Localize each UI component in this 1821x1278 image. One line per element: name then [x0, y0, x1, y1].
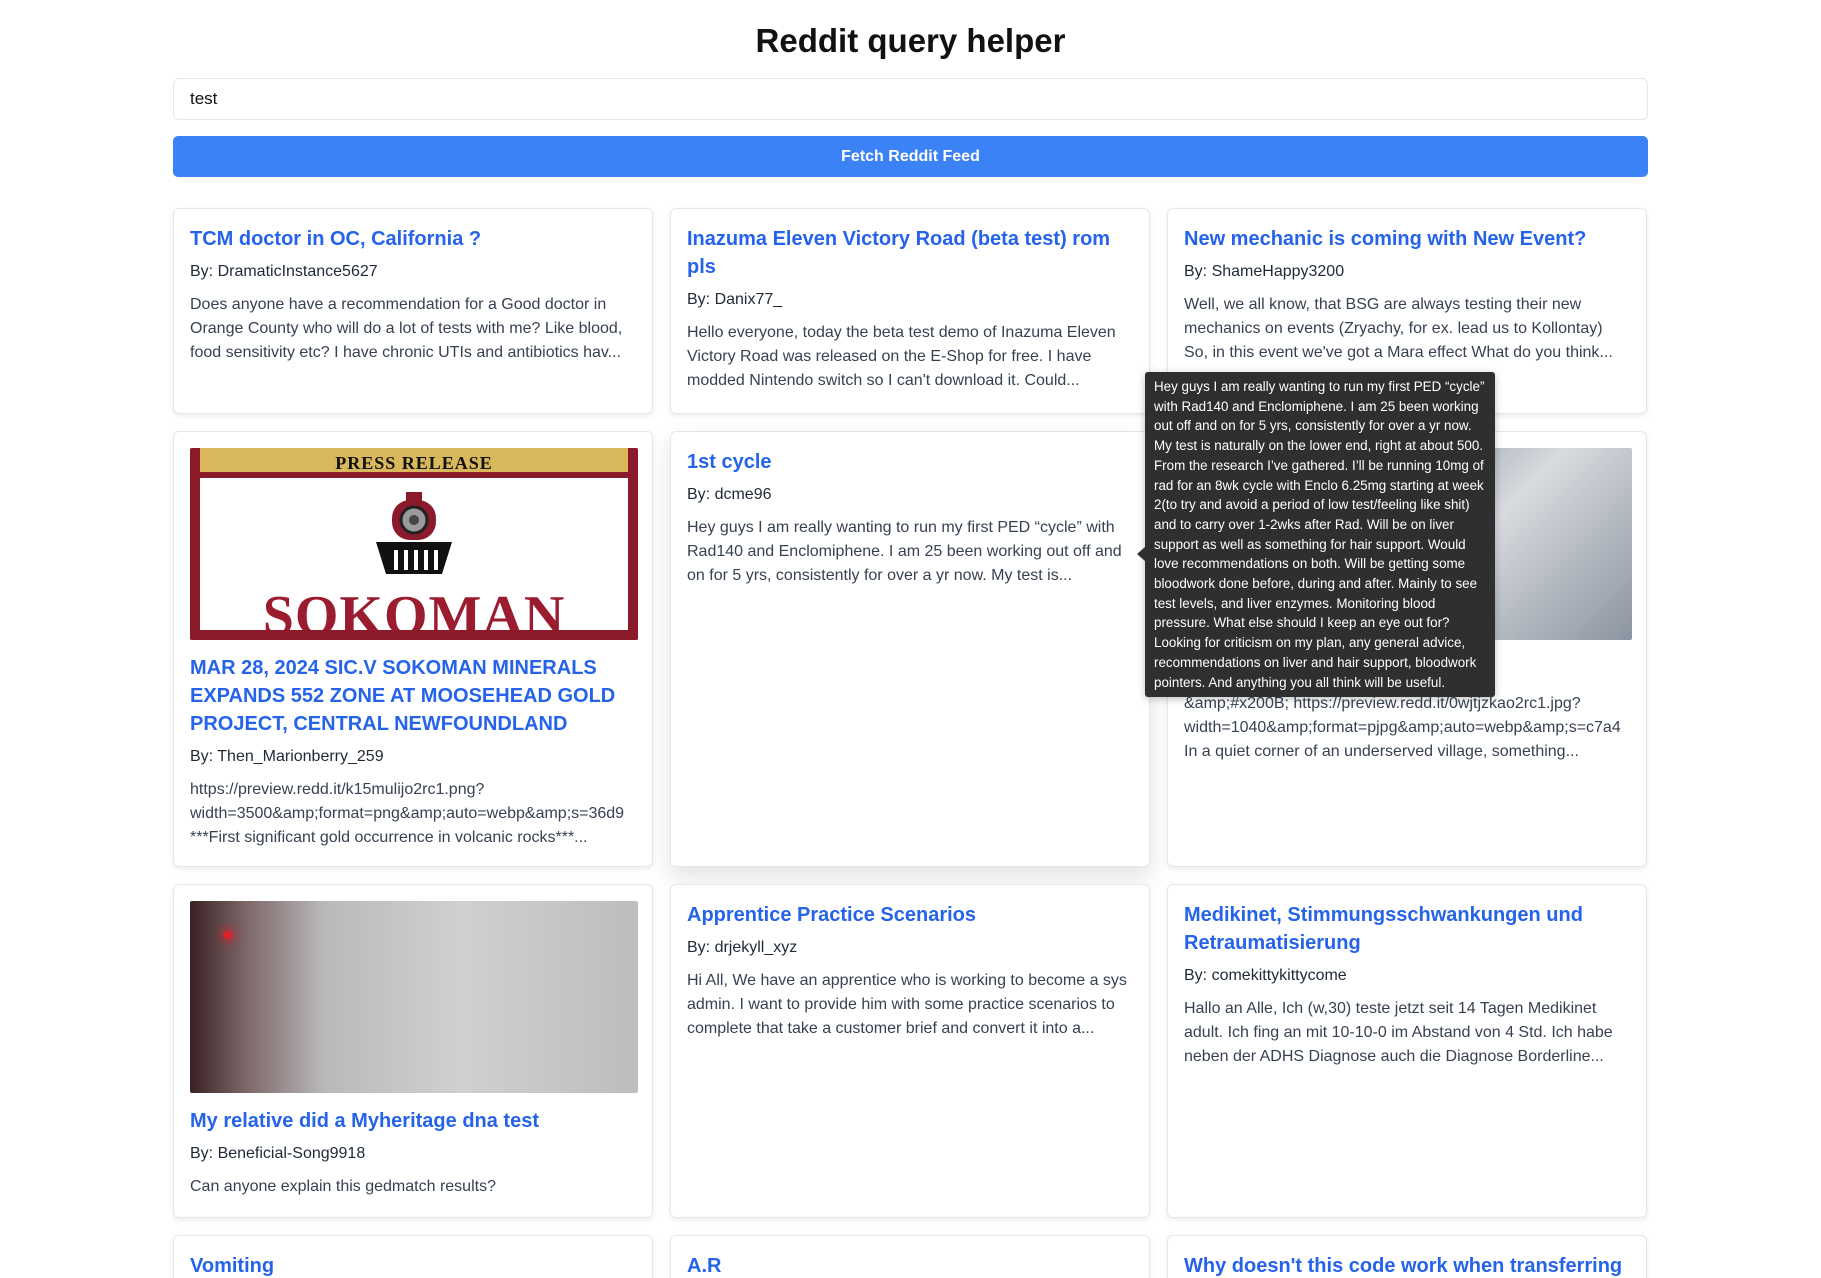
post-title-link[interactable]: MAR 28, 2024 SIC.V SOKOMAN MINERALS EXPA…	[190, 654, 636, 738]
post-title-link[interactable]: Why doesn't this code work when transfer…	[1184, 1252, 1630, 1278]
post-excerpt: Does anyone have a recommendation for a …	[190, 296, 623, 361]
post-title-link[interactable]: Inazuma Eleven Victory Road (beta test) …	[687, 225, 1133, 281]
post-excerpt: Hey guys I am really wanting to run my f…	[687, 519, 1122, 584]
post-author: By: dcme96	[687, 486, 772, 503]
post-card-hovered: 1st cycle By: dcme96 Hey guys I am reall…	[670, 431, 1150, 867]
post-excerpt: Well, we all know, that BSG are always t…	[1184, 296, 1613, 361]
post-card: TCM doctor in OC, California ? By: Drama…	[173, 208, 653, 414]
post-title-link[interactable]: 1st cycle	[687, 448, 1133, 476]
post-card: Inazuma Eleven Victory Road (beta test) …	[670, 208, 1150, 414]
post-author: By: Beneficial-Song9918	[190, 1145, 366, 1162]
post-grid: TCM doctor in OC, California ? By: Drama…	[173, 208, 1648, 1278]
post-excerpt-tooltip: Hey guys I am really wanting to run my f…	[1137, 372, 1495, 698]
post-thumbnail-image[interactable]: PRESS RELEASE SOKOMAN	[190, 448, 638, 640]
app-root: Reddit query helper Fetch Reddit Feed TC…	[0, 0, 1821, 1278]
query-input[interactable]	[173, 78, 1648, 120]
post-author: By: drjekyll_xyz	[687, 939, 798, 956]
post-card: A.R	[670, 1235, 1150, 1278]
post-card: Why doesn't this code work when transfer…	[1167, 1235, 1647, 1278]
post-author: By: ShameHappy3200	[1184, 263, 1345, 280]
post-excerpt: Hi All, We have an apprentice who is wor…	[687, 972, 1127, 1037]
post-title-link[interactable]: A.R	[687, 1252, 1133, 1278]
post-excerpt: &amp;#x200B; https://preview.redd.it/0wj…	[1184, 695, 1621, 760]
post-card: Vomiting	[173, 1235, 653, 1278]
post-author: By: DramaticInstance5627	[190, 263, 378, 280]
page-title: Reddit query helper	[755, 22, 1066, 59]
post-author: By: comekittykittycome	[1184, 967, 1347, 984]
post-author: By: Then_Marionberry_259	[190, 748, 384, 765]
post-excerpt: Hello everyone, today the beta test demo…	[687, 324, 1116, 389]
post-title-link[interactable]: Vomiting	[190, 1252, 636, 1278]
post-excerpt: Hallo an Alle, Ich (w,30) teste jetzt se…	[1184, 1000, 1613, 1065]
post-card: My relative did a Myheritage dna test By…	[173, 884, 653, 1218]
post-card: PRESS RELEASE SOKOMAN MAR 28, 2024 SIC.V…	[173, 431, 653, 867]
post-card: Apprentice Practice Scenarios By: drjeky…	[670, 884, 1150, 1218]
fetch-reddit-feed-button[interactable]: Fetch Reddit Feed	[173, 136, 1648, 177]
post-title-link[interactable]: New mechanic is coming with New Event?	[1184, 225, 1630, 253]
post-thumbnail-image[interactable]	[190, 901, 638, 1093]
post-title-link[interactable]: TCM doctor in OC, California ?	[190, 225, 636, 253]
post-author: By: Danix77_	[687, 291, 783, 308]
post-title-link[interactable]: Medikinet, Stimmungsschwankungen und Ret…	[1184, 901, 1630, 957]
post-card: Medikinet, Stimmungsschwankungen und Ret…	[1167, 884, 1647, 1218]
post-title-link[interactable]: My relative did a Myheritage dna test	[190, 1107, 636, 1135]
post-excerpt: Can anyone explain this gedmatch results…	[190, 1178, 496, 1195]
post-title-link[interactable]: Apprentice Practice Scenarios	[687, 901, 1133, 929]
post-excerpt: https://preview.redd.it/k15mulijo2rc1.pn…	[190, 781, 625, 846]
